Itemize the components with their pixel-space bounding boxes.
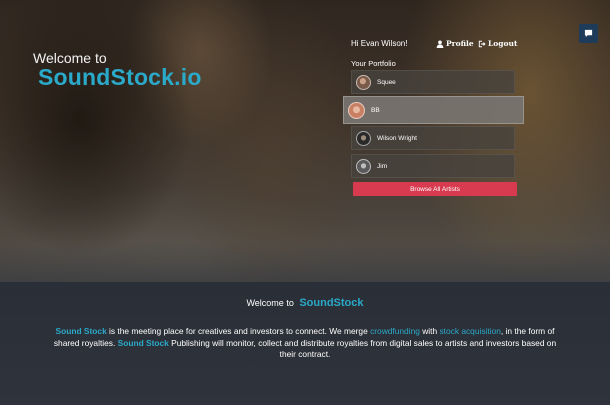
sign-out-icon — [478, 40, 486, 47]
portfolio-item-bb[interactable]: BB — [343, 96, 524, 124]
stock-acquisition-link[interactable]: stock acquisition — [439, 326, 500, 336]
about-title-prefix: Welcome to — [246, 298, 294, 308]
about-text-part: with — [419, 326, 440, 336]
portfolio-item-label: Squee — [377, 78, 396, 86]
portfolio-item-label: BB — [371, 106, 380, 114]
about-text-part: Publishing will monitor, collect and dis… — [168, 337, 557, 360]
about-title: Welcome to SoundStock — [0, 297, 610, 309]
about-text-part: is the meeting place for creatives and i… — [106, 326, 371, 336]
about-brand-name: Sound Stock — [117, 337, 169, 348]
avatar-jim — [356, 158, 371, 174]
user-bar: Hi Evan Wilson! Profile Logout — [351, 39, 526, 51]
avatar-wilson-wright — [356, 130, 371, 146]
logout-link-label: Logout — [488, 39, 518, 48]
user-greeting: Hi Evan Wilson! — [351, 39, 408, 48]
browse-all-artists-button[interactable]: Browse All Artists — [353, 182, 517, 196]
logout-link[interactable]: Logout — [478, 39, 517, 48]
chat-bubble-icon — [584, 29, 593, 38]
user-icon — [436, 40, 444, 48]
chat-button[interactable] — [579, 24, 598, 43]
crowdfunding-link[interactable]: crowdfunding — [370, 326, 420, 336]
portfolio-heading: Your Portfolio — [351, 59, 396, 68]
profile-link-label: Profile — [446, 39, 474, 48]
portfolio-item-squee[interactable]: Squee — [351, 70, 515, 94]
about-description: Sound Stock is the meeting place for cre… — [50, 326, 560, 361]
portfolio-item-label: Wilson Wright — [377, 134, 417, 142]
about-title-brand: SoundStock — [299, 297, 364, 309]
profile-link[interactable]: Profile — [436, 39, 474, 48]
avatar-squee — [356, 74, 371, 90]
portfolio-item-jim[interactable]: Jim — [351, 154, 515, 178]
about-brand-name: Sound Stock — [55, 326, 107, 336]
avatar-bb — [348, 101, 365, 119]
portfolio-item-label: Jim — [377, 162, 388, 170]
portfolio-item-wilson-wright[interactable]: Wilson Wright — [351, 126, 515, 150]
about-section: Welcome to SoundStock Sound Stock is the… — [0, 282, 610, 405]
hero-brand-logo: SoundStock.io — [38, 64, 202, 90]
